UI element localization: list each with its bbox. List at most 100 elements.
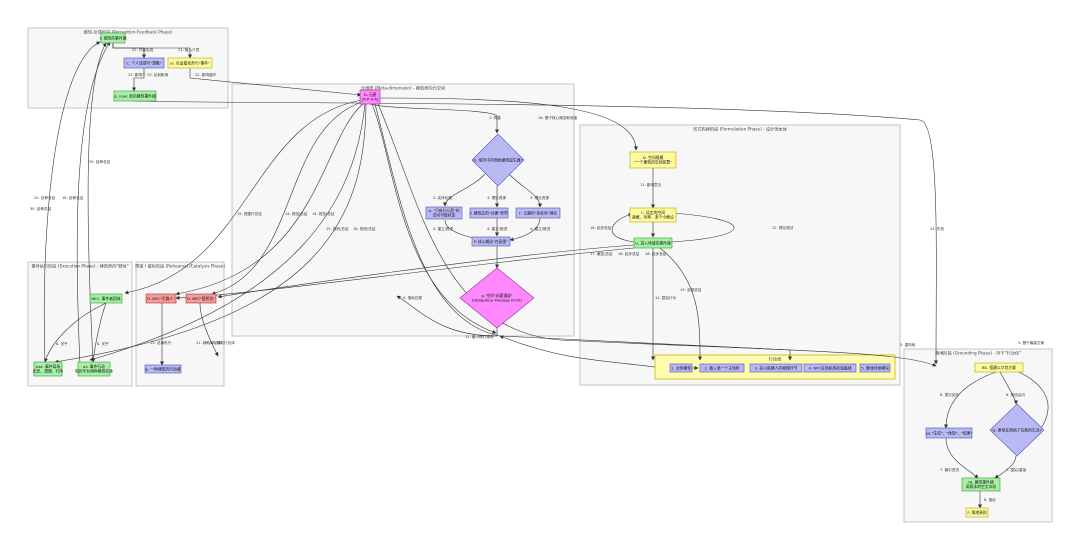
edge-label: 16. 基于核心概念和深度 [538,115,578,120]
node-label: Q. 原型在原始了在新的生活? [992,427,1041,432]
node-thinking[interactable]: C. 个人话语与"想象" [123,57,165,69]
edge-label: 12. 整后行为 [655,295,677,300]
node-label: F. 落地原则 [967,510,986,515]
node-label: el. 社会催化剂与"事件" [170,60,210,65]
node-catalysis-npc-2[interactable]: H. NPC"搭桥员" [185,293,217,304]
node-label: 5. 整体时候模块 [861,365,889,370]
node-option-1[interactable]: a. "只有什么是"的空间可能状态 [425,206,463,220]
edge-label: 11. 影响意见 [640,182,662,187]
edge-label: 23. 影响个 [128,72,146,77]
node-label: C. 个人话语与"想象" [126,60,161,65]
node-label: 和的平台两种建筑实体 [75,369,113,374]
edge-label: 2. 实体化路 [433,195,452,200]
edge-label: 16. 起步总结 [618,251,640,256]
node-label: 高概、功率、多个小概论 [632,215,674,220]
edge-label: 5. 基于最高方案 [1018,340,1045,345]
node-label: [A·P·V·A] [362,97,379,102]
cluster-title: 形式构建阶段 (Formulation Phase) - 设计师本体 [693,126,787,133]
edge-label: 17. 撤控/总结 [590,251,613,256]
node-label: q. new: 新的建筑事件镜 [114,93,156,98]
edge-label: 5. 建构段 [900,342,916,347]
edge-label: 21. 植入介意 [178,47,200,52]
flowchart-canvas: 感知-反馈阶段 (Perception-Feedback Phase) 元维度 … [27,27,1053,523]
edge-label: 19. 规整行总结 [237,211,262,216]
node-label: 空间可能状态 [433,213,456,218]
edge-label: 4. 建立/推进 [487,226,508,231]
edge-label: 22. 影响循环 [195,72,217,77]
node-label: 历史、遗憾、行序 [33,369,64,374]
node-label: H. NPC"引路人" [147,296,175,301]
node-formulation-intent[interactable]: C. 设定的空间高概、功率、多个小概论 [629,207,677,223]
node-story-2[interactable]: 2. 植入某一个主场所 [699,363,745,373]
cluster-title: 行动线 [769,356,782,363]
node-grounding-test[interactable]: ea."生成"、"体现"、"结果" [926,427,973,439]
edge-label: 14. 规范/总结 [312,211,335,216]
node-catalyst[interactable]: el. 社会催化剂与"事件" [167,57,213,69]
edge-label: 16. 起步总结 [590,225,612,230]
edge-label: 3. 理论资源 [530,195,549,200]
edge-label: 22. 内部实现 [132,47,154,52]
edge-label: 19. 全程总结 [680,287,702,292]
edge-label: 6. 按设后问 [1006,392,1025,397]
node-percept[interactable]: F. 感知的事件镜 [100,32,127,44]
node-new[interactable]: q. new: 新的建筑事件镜 [113,90,157,102]
node-grounding-final[interactable]: F. 落地原则 [965,507,989,518]
node-catalysis-sim[interactable]: φ. 一种建筑的行动者 [144,364,182,374]
edge-label: 12. 理论调试 [772,225,794,230]
node-catalysis-npc-1[interactable]: H. NPC"引路人" [145,293,177,304]
node-label: 1. 业务模型 [671,365,691,370]
edge-label: 29. 延伸总结 [89,159,111,164]
edge-label: 7. 整后/直接 [1006,467,1027,472]
node-label: P. 核心概念"在画里" [474,239,508,244]
node-label: 高版本的空文本机 [966,484,997,489]
edge-label: 20. 延伸总结 [34,195,56,200]
node-story-3[interactable]: 3. 在以前建人的物理环节 [749,363,803,373]
node-label: φ. 一种建筑的行动者 [145,366,180,371]
edge-label: 24. 失效 [930,226,944,231]
node-label: ea."生成"、"体现"、"结果" [926,430,973,435]
edge-label: 15. 规则/总结 [326,226,349,231]
edge-label: 30. 延伸总结 [30,206,52,211]
edge-label: 23. 反射影响 [147,72,169,77]
cluster-title: 落地阶段 (Grounding Phase) - AI于"行动化" [935,350,1021,357]
node-formulation-define[interactable]: D. 空间规模"一个建筑的空间装置" [629,151,677,169]
node-story-5[interactable]: 5. 整体时候模块 [859,363,891,373]
edge-label: 12. 最小核心规则 [465,334,494,339]
node-label: 2. 植入某一个主场所 [704,365,739,370]
node-label: NEC. 事件者团体 [91,296,120,301]
node-execution-left[interactable]: exe. 事件局场历史、遗憾、行序 [33,361,64,377]
node-execution-body[interactable]: NEC. 事件者团体 [89,293,123,304]
edge-label: 8. 关乎 [56,341,68,346]
edge-label: 16. 起步总结 [645,251,667,256]
edge-label: 7. 最引进流 [940,467,959,472]
edge-label: 1. 构建 [489,115,501,120]
edge-label: 16. 规则/总结 [353,226,376,231]
edge-label: 6. 提交实际 [940,392,959,397]
node-formulation-event[interactable]: U. 进入场域的事件镜 [633,237,673,249]
node-label: U. 进入场域的事件镜 [635,240,671,245]
node-label: BS. 搭建以众包方案 [982,365,1016,370]
edge-label: 14. 规范/总结 [285,211,308,216]
node-label: (Obligatory Passage Point) [472,298,523,303]
node-option-3[interactable]: Γ. 元建的"多处序"理论 [515,207,561,219]
node-story-1[interactable]: 1. 业务模型 [669,363,693,373]
node-label: 4. NPC在场机构的思路线 [809,365,852,370]
node-label: "一个建筑的空间装置" [634,160,672,165]
edge-label: 15. 辅助行总体 [210,340,235,345]
edge-label: 9. 落地过程 [403,295,422,300]
node-grounding-update[interactable]: IH. 建筑事件镜高版本的空文本机 [961,477,1001,492]
cluster-title: 预演 / 催化阶段 (Rehearsal /Catalysis Phase) [135,263,225,270]
edge-label: 18. 延伸总结 [62,195,84,200]
edge-label: 8. 推优 [984,497,996,502]
node-label: f. 建筑总的"共建"哲学 [470,210,508,215]
node-label: Q. 城市中的原始建筑诞生器? [473,157,522,162]
node-meta[interactable]: S₀ 元建[A·P·V·A] [359,89,381,105]
node-option-2[interactable]: f. 建筑总的"共建"哲学 [469,207,509,219]
edge-label: 4. 建立/推进 [433,226,454,231]
node-label: 3. 在以前建人的物理环节 [755,365,798,370]
node-grounding-proto[interactable]: BS. 搭建以众包方案 [974,362,1024,373]
node-story-4[interactable]: 4. NPC在场机构的思路线 [803,363,857,373]
node-label: F. 感知的事件镜 [100,35,127,40]
node-merge[interactable]: P. 核心概念"在画里" [471,236,511,247]
node-execution-right[interactable]: av. 事件行动和的平台两种建筑实体 [75,361,113,377]
